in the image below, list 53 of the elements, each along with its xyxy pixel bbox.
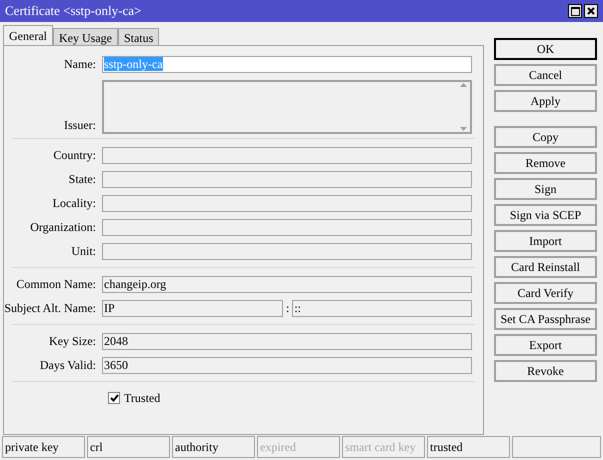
- tab[interactable]: Key Usage: [52, 28, 118, 45]
- status-cell: authority: [172, 436, 255, 458]
- tab[interactable]: General: [3, 25, 53, 45]
- text-field[interactable]: [102, 170, 472, 188]
- field-label: Key Size:: [48, 333, 97, 350]
- maximize-icon[interactable]: [568, 4, 582, 18]
- tab[interactable]: Status: [118, 28, 160, 45]
- dialog-button[interactable]: Sign via SCEP: [494, 204, 597, 226]
- dialog-button[interactable]: Sign: [494, 178, 597, 200]
- scroll-down-icon[interactable]: [460, 126, 466, 132]
- status-cell: trusted: [427, 436, 510, 458]
- checkbox-label: Trusted: [124, 390, 160, 407]
- field-label: Unit:: [70, 243, 97, 260]
- status-cell: private key: [2, 436, 85, 458]
- dialog-button[interactable]: Apply: [494, 90, 597, 112]
- colon-separator: :: [285, 300, 290, 317]
- status-cell: smart card key: [342, 436, 425, 458]
- dialog-button[interactable]: Card Verify: [494, 282, 597, 304]
- field-label: Common Name:: [15, 276, 97, 293]
- text-field[interactable]: ::: [292, 300, 472, 316]
- text-field[interactable]: [102, 146, 472, 164]
- selected-text: sstp-only-ca: [104, 56, 163, 70]
- dialog-button[interactable]: Copy: [494, 126, 597, 148]
- close-icon[interactable]: [584, 4, 598, 18]
- scroll-up-icon[interactable]: [460, 82, 466, 88]
- issuer-field[interactable]: [102, 80, 472, 134]
- field-label: Organization:: [29, 219, 97, 236]
- dialog-button[interactable]: Revoke: [494, 360, 597, 382]
- dialog-button[interactable]: Cancel: [494, 64, 597, 86]
- status-cell: expired: [257, 436, 340, 458]
- field-label: Subject Alt. Name:: [4, 300, 97, 317]
- text-field[interactable]: 2048: [102, 332, 472, 350]
- dialog-button[interactable]: Remove: [494, 152, 597, 174]
- field-label: Locality:: [52, 195, 97, 212]
- text-field[interactable]: [102, 242, 472, 260]
- dialog-button[interactable]: Export: [494, 334, 597, 356]
- window-title: Certificate <sstp-only-ca>: [5, 2, 142, 20]
- checkbox[interactable]: [108, 392, 120, 404]
- text-field[interactable]: [102, 218, 472, 236]
- field-label: Name:: [63, 56, 97, 73]
- field-label: Days Valid:: [38, 357, 97, 374]
- dialog-button[interactable]: Import: [494, 230, 597, 252]
- field-label: Country:: [52, 147, 97, 164]
- dialog-button[interactable]: Set CA Passphrase: [494, 308, 597, 330]
- dialog-button[interactable]: Card Reinstall: [494, 256, 597, 278]
- field-label: State:: [68, 171, 97, 188]
- field-label: Issuer:: [63, 117, 97, 134]
- type-field[interactable]: IP: [102, 300, 283, 316]
- dialog-button[interactable]: OK: [494, 38, 597, 60]
- text-field[interactable]: 3650: [102, 356, 472, 374]
- text-field[interactable]: changeip.org: [102, 276, 472, 292]
- text-field[interactable]: [102, 194, 472, 212]
- status-cell: crl: [87, 436, 170, 458]
